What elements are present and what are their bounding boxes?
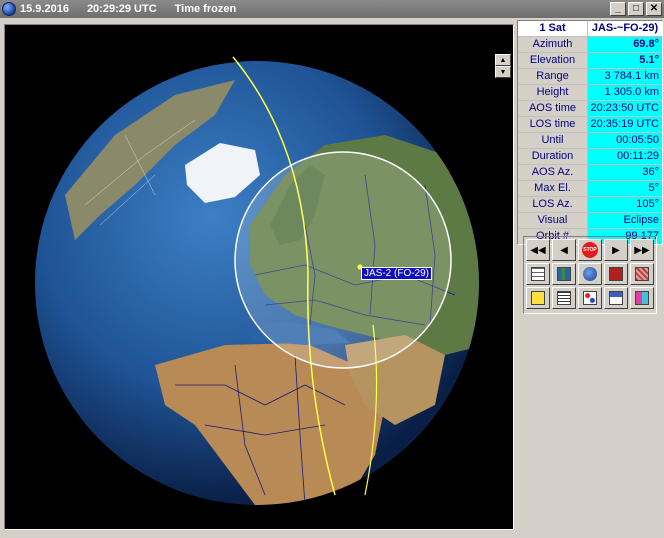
radar-icon [609,267,623,281]
info-value: 36° [588,165,662,180]
info-row: LOS Az. 105° [518,197,662,213]
info-row: Azimuth 69.8° [518,37,662,53]
info-label: Visual [518,213,588,228]
close-button[interactable]: ✕ [646,2,662,16]
info-value: 1 305.0 km [588,85,662,100]
rewind-fast-button[interactable]: ◀◀ [526,239,550,261]
info-value: 5° [588,181,662,196]
info-row: AOS Az. 36° [518,165,662,181]
info-label: Height [518,85,588,100]
forward-fast-button[interactable]: ▶▶ [630,239,654,261]
info-row: AOS time 20:23:50 UTC [518,101,662,117]
globe-view-button[interactable] [578,263,602,285]
title-time: 20:29:29 UTC [86,3,157,15]
satellite-info-table: 1 Sat JAS-~FO-29) Azimuth 69.8° Elevation 5… [517,20,663,245]
title-date: 15.9.2016 [20,3,69,15]
info-row: Duration 00:11:29 [518,149,662,165]
world-map-icon [557,267,571,281]
forward-button[interactable]: ▶ [604,239,628,261]
texture-button[interactable] [630,263,654,285]
info-value: 20:35:19 UTC [588,117,662,132]
sat-count[interactable]: 1 Sat [518,21,588,36]
info-label: AOS time [518,101,588,116]
minimize-button[interactable]: _ [610,2,626,16]
texture-icon [635,267,649,281]
satellites-button[interactable] [578,287,602,309]
info-label: Azimuth [518,37,588,52]
info-label: LOS time [518,117,588,132]
info-value: 3 784.1 km [588,69,662,84]
globe-app-icon [2,2,16,16]
info-value: 00:05:50 [588,133,662,148]
info-label: Duration [518,149,588,164]
info-label: Max El. [518,181,588,196]
info-row: Visual Eclipse [518,213,662,229]
table-view-button[interactable] [526,263,550,285]
satellites-icon [583,291,597,305]
globe-icon [583,267,597,281]
info-value: 69.8° [588,37,662,52]
sat-name[interactable]: JAS-~FO-29) [588,21,662,36]
info-label: Elevation [518,53,588,68]
list-button[interactable] [552,287,576,309]
display-icon [635,291,649,305]
info-value: 105° [588,197,662,212]
control-panel: ◀◀ ◀ STOP ▶ ▶▶ [523,236,657,314]
title-bar: 15.9.2016 20:29:29 UTC Time frozen _ □ ✕ [0,0,664,18]
settings-icon [609,291,623,305]
stop-button[interactable]: STOP [578,239,602,261]
maximize-button[interactable]: □ [628,2,644,16]
windows-button[interactable] [526,287,550,309]
world-map-button[interactable] [552,263,576,285]
info-row: LOS time 20:35:19 UTC [518,117,662,133]
spin-down-button[interactable]: ▼ [495,66,511,78]
display-button[interactable] [630,287,654,309]
info-label: AOS Az. [518,165,588,180]
grid-icon [531,267,545,281]
title-status: Time frozen [174,3,237,15]
info-value: 5.1° [588,53,662,68]
rewind-button[interactable]: ◀ [552,239,576,261]
info-header: 1 Sat JAS-~FO-29) [518,21,662,37]
info-row: Height 1 305.0 km [518,85,662,101]
info-row: Max El. 5° [518,181,662,197]
info-label: Range [518,69,588,84]
windows-icon [531,291,545,305]
list-icon [557,291,571,305]
globe-view[interactable]: ▲ ▼ JAS-2 (FO-29) [4,24,514,530]
spin-up-button[interactable]: ▲ [495,54,511,66]
settings-button[interactable] [604,287,628,309]
satellite-label[interactable]: JAS-2 (FO-29) [361,267,433,280]
stop-icon: STOP [582,242,598,258]
info-label: Until [518,133,588,148]
info-value: 00:11:29 [588,149,662,164]
info-value: Eclipse [588,213,662,228]
radar-button[interactable] [604,263,628,285]
globe-map [35,56,479,505]
info-row: Elevation 5.1° [518,53,662,69]
info-row: Range 3 784.1 km [518,69,662,85]
info-label: LOS Az. [518,197,588,212]
view-spinner[interactable]: ▲ ▼ [495,54,511,78]
info-value: 20:23:50 UTC [588,101,662,116]
info-row: Until 00:05:50 [518,133,662,149]
satellite-footprint [234,151,452,369]
